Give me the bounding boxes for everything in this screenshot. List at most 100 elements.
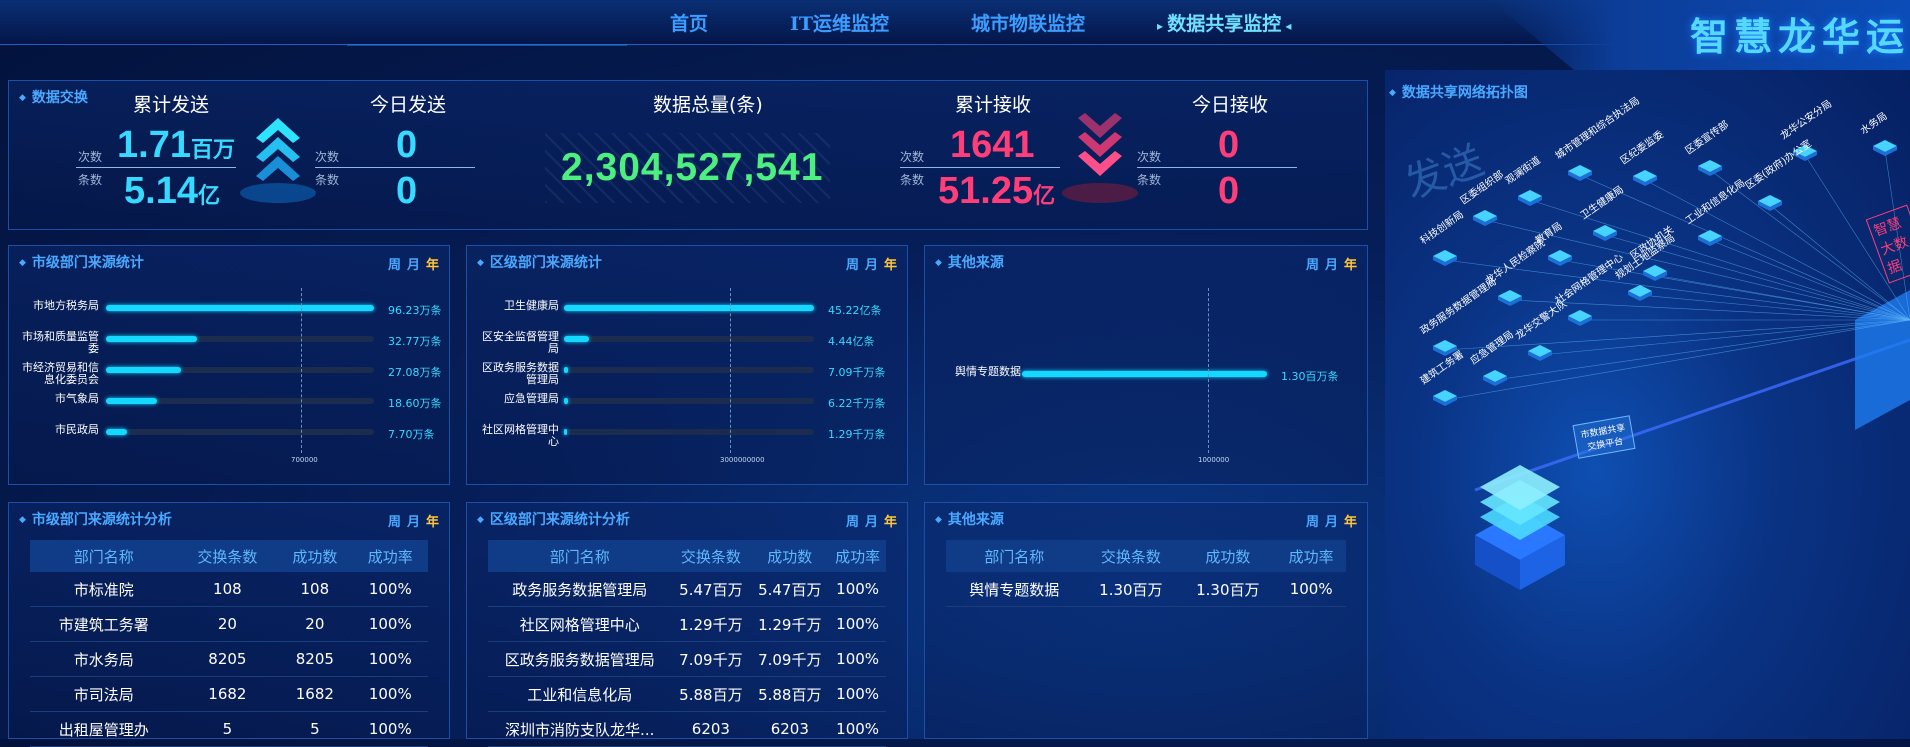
bar-label: 舆情专题数据 — [955, 365, 1021, 378]
bar-label: 卫生健康局 — [504, 299, 559, 312]
period-year[interactable]: 年 — [1344, 258, 1357, 273]
column-header: 交换条数 — [671, 540, 751, 572]
table-row[interactable]: 出租屋管理办 5 5 100% — [30, 711, 428, 747]
bar-track — [564, 305, 814, 311]
bar-value: 7.09千万条 — [828, 366, 886, 379]
table-cell: 5 — [277, 711, 353, 747]
table-cell: 舆情专题数据 — [946, 572, 1083, 607]
table-row[interactable]: 工业和信息化局 5.88百万 5.88百万 100% — [488, 676, 886, 712]
bar-fill — [106, 367, 182, 373]
period-switch: 周月年 — [382, 511, 439, 530]
bar-fill — [106, 305, 374, 311]
axis-tick-label: 1000000 — [1198, 456, 1230, 464]
table-cell: 100% — [352, 711, 428, 747]
table-row[interactable]: 社区网格管理中心 1.29千万 1.29千万 100% — [488, 606, 886, 642]
topology-link — [1654, 274, 1910, 321]
table-row[interactable]: 市水务局 8205 8205 100% — [30, 641, 428, 677]
other-analysis-table: 部门名称 交换条数 成功数 成功率 舆情专题数据 1.30百万 1.30百万 100% — [946, 540, 1346, 607]
period-month[interactable]: 月 — [407, 515, 420, 530]
bar-label: 区安全监督管理局 — [482, 330, 559, 355]
table-header-row: 部门名称 交换条数 成功数 成功率 — [30, 540, 428, 572]
bar-track — [106, 429, 374, 435]
nav-it-monitor[interactable]: IT运维监控 — [790, 9, 889, 36]
period-month[interactable]: 月 — [407, 258, 420, 273]
column-header: 成功数 — [277, 540, 353, 572]
table-row[interactable]: 市标准院 108 108 100% — [30, 572, 428, 607]
table-cell: 政务服务数据管理局 — [488, 572, 672, 607]
period-month[interactable]: 月 — [1325, 515, 1338, 530]
table-cell: 1.29千万 — [671, 606, 751, 642]
period-switch: 周月年 — [840, 254, 897, 273]
table-cell: 6203 — [671, 711, 751, 747]
period-week[interactable]: 周 — [1306, 258, 1319, 273]
table-row[interactable]: 深圳市消防支队龙华... 6203 6203 100% — [488, 711, 886, 747]
table-cell: 5 — [177, 711, 278, 747]
period-year[interactable]: 年 — [426, 515, 439, 530]
sent-total-count-label: 次数 — [78, 150, 103, 164]
table-cell: 5.88百万 — [671, 676, 751, 712]
period-month[interactable]: 月 — [1325, 258, 1338, 273]
period-year[interactable]: 年 — [426, 258, 439, 273]
data-exchange-title: 数据交换 — [19, 87, 88, 107]
table-cell: 100% — [352, 676, 428, 712]
bar-value: 18.60万条 — [388, 397, 442, 410]
table-cell: 108 — [277, 572, 353, 607]
table-row[interactable]: 市建筑工务署 20 20 100% — [30, 606, 428, 642]
divider — [900, 167, 1060, 168]
divider — [315, 167, 475, 168]
bar-track — [564, 429, 814, 435]
nav-active-marker-left: ▸ — [1157, 19, 1168, 33]
table-row[interactable]: 区政务服务数据管理局 7.09千万 7.09千万 100% — [488, 641, 886, 677]
bar-fill — [564, 305, 814, 311]
other-source-title: 其他来源 — [935, 252, 1004, 272]
column-header: 交换条数 — [1082, 540, 1180, 572]
period-week[interactable]: 周 — [388, 258, 401, 273]
period-week[interactable]: 周 — [1306, 515, 1319, 530]
nav-iot-monitor[interactable]: 城市物联监控 — [971, 9, 1085, 36]
nav-data-share-monitor[interactable]: ▸ 数据共享监控 ◂ — [1157, 9, 1291, 36]
bar-fill — [564, 336, 589, 342]
table-row[interactable]: 市司法局 1682 1682 100% — [30, 676, 428, 712]
bar-value: 32.77万条 — [388, 335, 442, 348]
period-switch: 周月年 — [840, 511, 897, 530]
bar-value: 27.08万条 — [388, 366, 442, 379]
period-week[interactable]: 周 — [846, 515, 859, 530]
table-cell: 8205 — [177, 641, 278, 677]
table-row[interactable]: 政务服务数据管理局 5.47百万 5.47百万 100% — [488, 572, 886, 607]
table-header-row: 部门名称 交换条数 成功数 成功率 — [488, 540, 886, 572]
topology-link — [1539, 319, 1910, 356]
period-year[interactable]: 年 — [884, 258, 897, 273]
sent-today-count: 0 — [396, 124, 418, 166]
recv-today-rows-label: 条数 — [1137, 173, 1162, 187]
nav-home[interactable]: 首页 — [670, 9, 708, 36]
bar-value: 45.22亿条 — [828, 304, 882, 317]
table-cell: 7.09千万 — [750, 641, 830, 677]
period-week[interactable]: 周 — [846, 258, 859, 273]
axis-gridline — [730, 288, 731, 453]
upload-arrows-icon — [240, 118, 316, 203]
table-cell: 深圳市消防支队龙华... — [488, 711, 672, 747]
axis-gridline — [1208, 288, 1209, 453]
table-cell: 5.47百万 — [750, 572, 830, 607]
recv-today-count: 0 — [1218, 124, 1240, 166]
table-row[interactable]: 舆情专题数据 1.30百万 1.30百万 100% — [946, 572, 1346, 607]
period-year[interactable]: 年 — [1344, 515, 1357, 530]
other-source-panel: 其他来源 周月年 舆情专题数据 1.30百万条 1000000 — [924, 245, 1368, 485]
period-month[interactable]: 月 — [865, 258, 878, 273]
axis-tick-label: 3000000000 — [720, 456, 765, 464]
table-cell: 8205 — [277, 641, 353, 677]
district-analysis-table: 部门名称 交换条数 成功数 成功率 政务服务数据管理局 5.47百万 5.47百万 100% 社… — [488, 540, 886, 747]
table-cell: 市建筑工务署 — [30, 606, 178, 642]
period-month[interactable]: 月 — [865, 515, 878, 530]
bar-label: 应急管理局 — [504, 392, 559, 405]
period-week[interactable]: 周 — [388, 515, 401, 530]
bar-label: 社区网格管理中心 — [482, 423, 559, 448]
table-cell: 100% — [1276, 572, 1346, 607]
recv-total-rows: 51.25亿 — [938, 170, 1056, 212]
period-year[interactable]: 年 — [884, 515, 897, 530]
column-header: 部门名称 — [30, 540, 178, 572]
bar-label: 市地方税务局 — [33, 299, 99, 312]
bar-label: 市气象局 — [55, 392, 99, 405]
bar-fill — [106, 336, 198, 342]
sent-total-label: 累计发送 — [133, 94, 210, 116]
